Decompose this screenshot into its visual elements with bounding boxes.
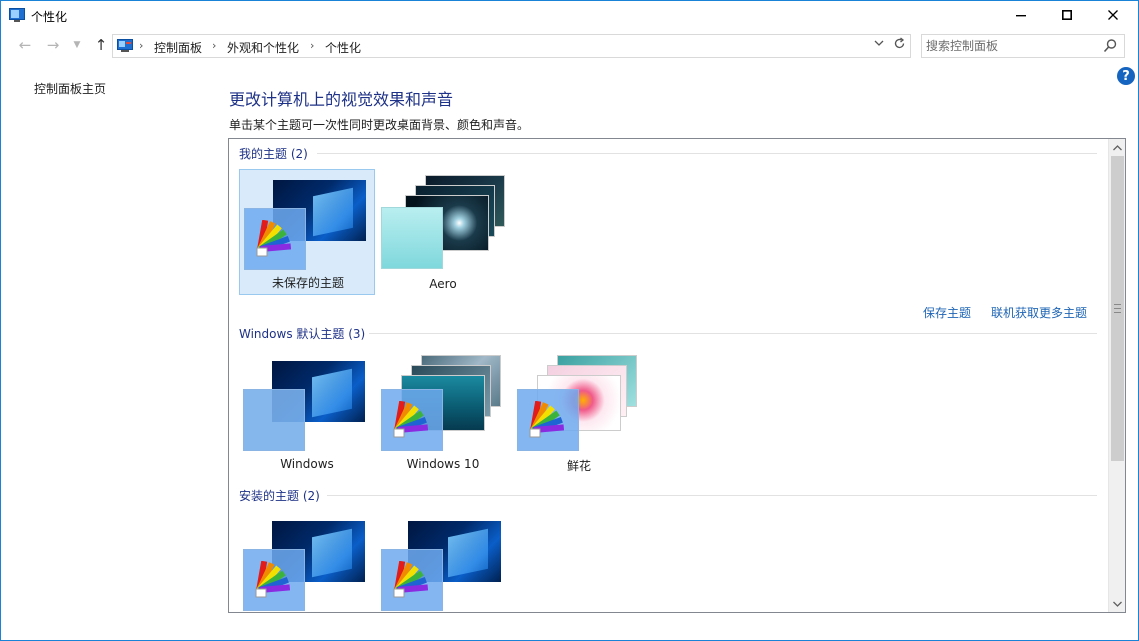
theme-flowers[interactable]: 鲜花	[511, 351, 647, 477]
refresh-icon	[894, 37, 905, 49]
color-fan-icon	[393, 561, 429, 598]
breadcrumb-personalization[interactable]: 个性化	[325, 39, 361, 56]
color-palette-icon	[244, 208, 306, 270]
forward-button[interactable]: →	[43, 35, 63, 55]
breadcrumb-appearance[interactable]: 外观和个性化	[227, 39, 299, 56]
maximize-icon	[1062, 10, 1072, 20]
theme-installed-2[interactable]	[375, 511, 511, 612]
scroll-up-button[interactable]	[1109, 139, 1125, 156]
breadcrumb-control-panel[interactable]: 控制面板	[154, 39, 202, 56]
minimize-icon	[1016, 15, 1026, 17]
color-palette-icon	[517, 389, 579, 451]
up-button[interactable]: ↑	[91, 35, 111, 55]
page-description: 单击某个主题可一次性同时更改桌面背景、颜色和声音。	[229, 118, 530, 132]
refresh-button[interactable]	[893, 37, 909, 53]
color-palette-icon	[381, 549, 443, 611]
chevron-down-icon: ▼	[73, 40, 81, 50]
group-title-my-themes: 我的主题 (2)	[239, 147, 308, 161]
group-divider	[327, 495, 1097, 496]
vertical-scrollbar[interactable]	[1108, 139, 1125, 612]
control-panel-icon	[117, 39, 133, 52]
chevron-up-icon	[1113, 144, 1122, 150]
get-more-themes-online-link[interactable]: 联机获取更多主题	[991, 304, 1087, 321]
color-fan-icon	[529, 401, 565, 438]
theme-label: Aero	[429, 277, 457, 291]
back-button[interactable]: ←	[15, 35, 35, 55]
chevron-down-icon	[874, 40, 884, 46]
breadcrumb-separator: ›	[212, 39, 217, 52]
color-palette-icon	[381, 389, 443, 451]
theme-aero[interactable]: Aero	[375, 169, 511, 295]
color-fan-icon	[393, 401, 429, 438]
control-panel-home-link[interactable]: 控制面板主页	[34, 80, 106, 97]
search-box[interactable]	[921, 34, 1125, 58]
group-title-windows-default: Windows 默认主题 (3)	[239, 327, 366, 341]
search-input[interactable]	[926, 37, 1096, 55]
address-bar[interactable]: › 控制面板 › 外观和个性化 › 个性化	[112, 34, 911, 58]
arrow-left-icon: ←	[18, 36, 32, 54]
theme-unsaved[interactable]: 未保存的主题	[239, 169, 375, 295]
save-theme-link[interactable]: 保存主题	[923, 304, 971, 321]
theme-installed-1[interactable]	[239, 511, 375, 612]
theme-label: Windows 10	[406, 457, 480, 471]
grip-icon	[1114, 304, 1121, 313]
breadcrumb-separator: ›	[139, 39, 144, 52]
scroll-down-button[interactable]	[1109, 595, 1125, 612]
theme-list[interactable]: 我的主题 (2) 未保存的主题 Aero 保存主题 联机获取更多主题 Windo…	[228, 138, 1126, 613]
windows-color-swatch	[243, 389, 305, 451]
window-title: 个性化	[31, 10, 68, 24]
group-divider	[369, 333, 1097, 334]
breadcrumb-separator: ›	[310, 39, 315, 52]
personalization-window: 个性化 ← → ▼ ↑ › 控制面板 › 外观和个性化 › 个性化 搜索控制面板…	[0, 0, 1139, 641]
color-fan-icon	[255, 561, 291, 598]
group-divider	[317, 153, 1097, 154]
arrow-up-icon: ↑	[94, 36, 108, 54]
color-fan-icon	[256, 220, 292, 257]
theme-windows-10[interactable]: Windows 10	[375, 351, 511, 477]
scrollbar-thumb[interactable]	[1111, 156, 1124, 461]
title-bar: 个性化	[1, 1, 1138, 31]
help-button[interactable]: ?	[1117, 67, 1135, 85]
theme-label: 未保存的主题	[271, 276, 344, 290]
maximize-button[interactable]	[1044, 1, 1090, 29]
navigation-bar: ← → ▼ ↑ › 控制面板 › 外观和个性化 › 个性化	[1, 31, 1138, 61]
arrow-right-icon: →	[46, 36, 60, 54]
theme-windows[interactable]: Windows	[239, 351, 375, 477]
page-title: 更改计算机上的视觉效果和声音	[229, 90, 454, 109]
color-palette-icon	[243, 549, 305, 611]
search-icon[interactable]	[1102, 38, 1118, 54]
address-history-button[interactable]	[874, 38, 888, 54]
recent-locations-button[interactable]: ▼	[67, 35, 87, 55]
close-icon	[1108, 10, 1118, 20]
theme-label: Windows	[280, 457, 334, 471]
theme-label: 鲜花	[566, 459, 591, 473]
aero-color-swatch	[381, 207, 443, 269]
chevron-down-icon	[1113, 601, 1122, 607]
minimize-button[interactable]	[998, 1, 1044, 29]
personalization-app-icon	[9, 8, 25, 22]
close-button[interactable]	[1090, 1, 1136, 29]
group-title-installed: 安装的主题 (2)	[239, 489, 320, 503]
help-icon: ?	[1122, 68, 1130, 84]
